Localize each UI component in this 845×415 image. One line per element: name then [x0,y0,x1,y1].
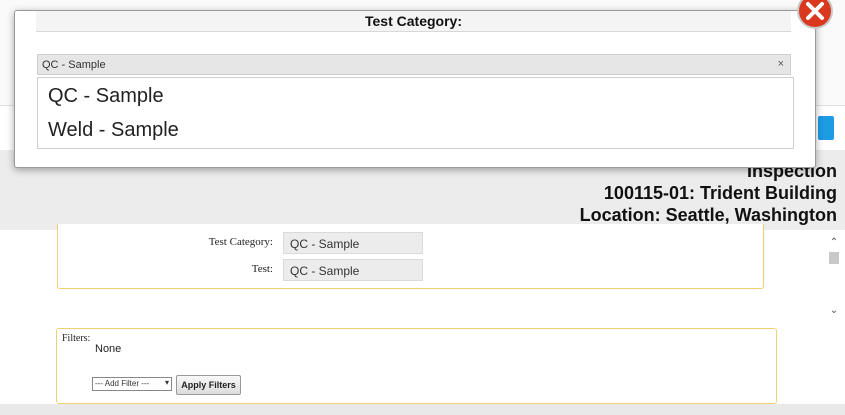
select-value: QC - Sample [42,59,106,71]
filters-box: Filters: None --- Add Filter --- ▾ Apply… [56,328,777,404]
heading-location: Location: Seattle, Washington [579,205,837,225]
filters-current: None [95,343,122,355]
test-row: Test: QC - Sample [58,259,763,281]
page-heading: Inspection 100115-01: Trident Building L… [580,160,837,226]
close-x-icon[interactable] [796,0,834,30]
test-info-box: Test Category: QC - Sample Test: QC - Sa… [57,224,764,289]
test-field[interactable]: QC - Sample [283,259,423,281]
test-category-modal: Test Category: QC - Sample × QC - Sample… [14,10,816,168]
filters-label: Filters: [62,333,91,344]
test-category-label: Test Category: [208,236,273,248]
add-filter-select[interactable]: --- Add Filter --- ▾ [92,377,172,391]
scroll-thumb[interactable] [829,252,839,264]
blue-tab-button[interactable] [818,116,834,140]
test-category-field[interactable]: QC - Sample [283,232,423,254]
heading-project: 100115-01: Trident Building [603,183,837,203]
add-filter-selected: --- Add Filter --- [95,379,150,388]
clear-selection-icon[interactable]: × [778,58,784,70]
test-label: Test: [251,263,273,275]
scrollbar[interactable]: ⌃ ⌄ [828,232,840,320]
footer-band [0,404,845,415]
modal-title: Test Category: [36,11,791,32]
option-weld-sample[interactable]: Weld - Sample [48,119,179,142]
test-category-row: Test Category: QC - Sample [58,232,763,254]
test-category-select[interactable]: QC - Sample × [37,54,791,75]
dropdown-options: QC - Sample Weld - Sample [37,77,794,149]
scroll-down-icon[interactable]: ⌄ [828,304,840,318]
scroll-up-icon[interactable]: ⌃ [828,236,840,250]
option-qc-sample[interactable]: QC - Sample [48,85,164,108]
chevron-down-icon: ▾ [164,378,169,387]
apply-filters-button[interactable]: Apply Filters [176,375,241,395]
